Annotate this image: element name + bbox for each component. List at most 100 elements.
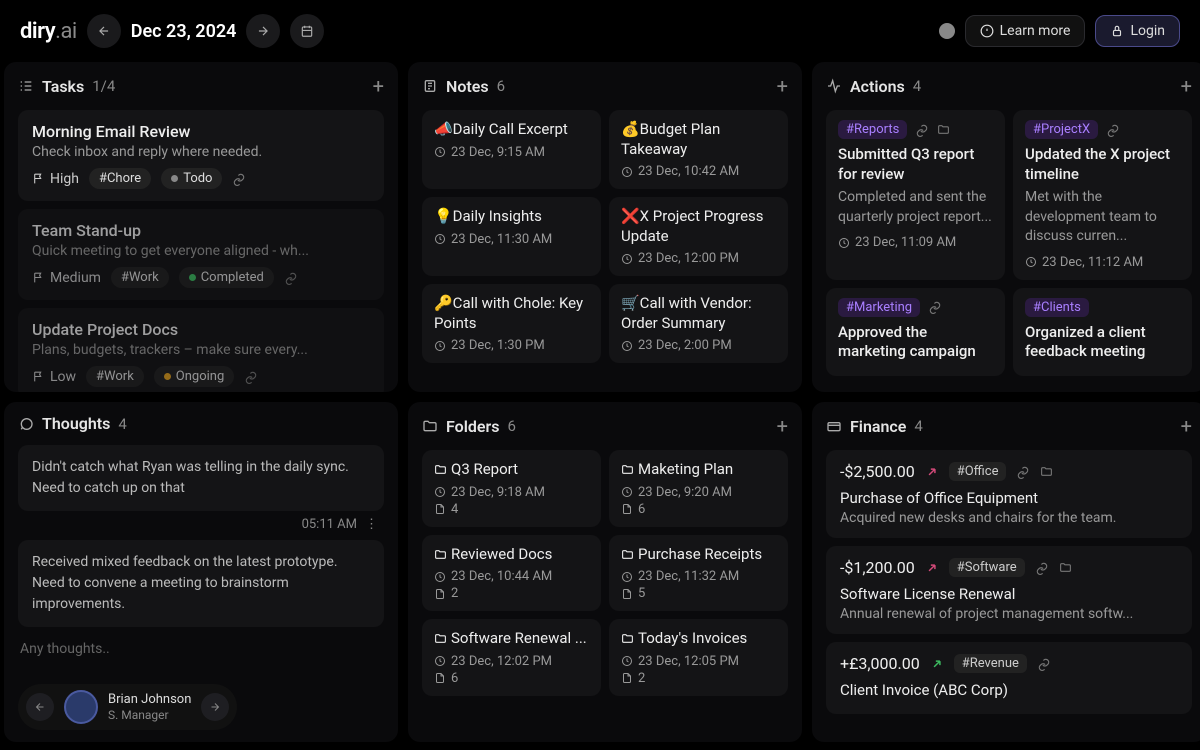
note-card[interactable]: 🛒Call with Vendor: Order Summary 23 Dec,…	[609, 284, 788, 363]
tasks-icon	[18, 78, 34, 94]
user-switcher[interactable]: Brian Johnson S. Manager	[18, 684, 237, 730]
learn-more-button[interactable]: Learn more	[965, 15, 1086, 47]
note-card[interactable]: 📣Daily Call Excerpt 23 Dec, 9:15 AM	[422, 110, 601, 189]
thought-input[interactable]: Any thoughts..	[18, 633, 384, 665]
folder-icon[interactable]	[1040, 465, 1053, 478]
action-chip[interactable]: #Reports	[838, 120, 907, 139]
finance-card[interactable]: -$1,200.00 #Software Software License Re…	[826, 546, 1192, 634]
finance-panel: Finance 4 + -$2,500.00 #Office Purchase …	[812, 402, 1200, 742]
note-time: 23 Dec, 12:00 PM	[621, 251, 776, 266]
link-icon[interactable]	[1016, 465, 1030, 479]
link-icon[interactable]	[928, 300, 942, 314]
thought-card[interactable]: Received mixed feedback on the latest pr…	[18, 540, 384, 627]
task-title: Team Stand-up	[32, 221, 370, 240]
note-time: 23 Dec, 1:30 PM	[434, 338, 589, 353]
calendar-button[interactable]	[290, 14, 324, 48]
action-title: Approved the marketing campaign	[838, 323, 993, 362]
folder-time: 23 Dec, 12:05 PM	[621, 654, 776, 669]
note-card[interactable]: 🔑Call with Chole: Key Points 23 Dec, 1:3…	[422, 284, 601, 363]
add-folder-button[interactable]: +	[777, 414, 788, 438]
note-card[interactable]: 💡Daily Insights 23 Dec, 11:30 AM	[422, 197, 601, 276]
folder-card[interactable]: Today's Invoices 23 Dec, 12:05 PM 2	[609, 619, 788, 696]
action-chip[interactable]: #ProjectX	[1025, 120, 1098, 139]
finance-card[interactable]: -$2,500.00 #Office Purchase of Office Eq…	[826, 450, 1192, 538]
note-time: 23 Dec, 10:42 AM	[621, 164, 776, 179]
task-sub: Check inbox and reply where needed.	[32, 144, 370, 160]
action-card[interactable]: #Marketing Approved the marketing campai…	[826, 288, 1005, 376]
add-action-button[interactable]: +	[1181, 74, 1192, 98]
link-icon[interactable]	[1035, 561, 1049, 575]
finance-amount: -$1,200.00	[840, 558, 915, 577]
board-row-2: Thoughts 4 Didn't catch what Ryan was te…	[0, 402, 1200, 742]
add-finance-button[interactable]: +	[1181, 414, 1192, 438]
finance-title: Software License Renewal	[840, 585, 1178, 603]
login-button[interactable]: Login	[1095, 15, 1180, 47]
notes-count: 6	[497, 77, 505, 95]
add-task-button[interactable]: +	[373, 74, 384, 98]
prev-day-button[interactable]	[87, 14, 121, 48]
task-card[interactable]: Morning Email Review Check inbox and rep…	[18, 110, 384, 201]
action-title: Updated the X project timeline	[1025, 145, 1180, 184]
note-time: 23 Dec, 2:00 PM	[621, 338, 776, 353]
link-icon[interactable]	[244, 370, 258, 384]
note-card[interactable]: 💰Budget Plan Takeaway 23 Dec, 10:42 AM	[609, 110, 788, 189]
note-title: ❌X Project Progress Update	[621, 207, 776, 246]
actions-icon	[826, 78, 842, 94]
finance-title: Purchase of Office Equipment	[840, 489, 1178, 507]
add-note-button[interactable]: +	[777, 74, 788, 98]
folder-card[interactable]: Purchase Receipts 23 Dec, 11:32 AM 5	[609, 535, 788, 612]
action-card[interactable]: #Reports Submitted Q3 report for review …	[826, 110, 1005, 280]
theme-toggle[interactable]	[939, 23, 955, 39]
folder-card[interactable]: Software Renewal ... 23 Dec, 12:02 PM 6	[422, 619, 601, 696]
finance-card[interactable]: +£3,000.00 #Revenue Client Invoice (ABC …	[826, 642, 1192, 714]
user-next-button[interactable]	[201, 693, 229, 721]
folder-file-count: 2	[434, 586, 589, 601]
action-card[interactable]: #ProjectX Updated the X project timeline…	[1013, 110, 1192, 280]
link-icon[interactable]	[284, 271, 298, 285]
task-title: Morning Email Review	[32, 122, 370, 141]
task-tag[interactable]: #Work	[111, 267, 169, 288]
task-sub: Plans, budgets, trackers – make sure eve…	[32, 342, 370, 358]
user-prev-button[interactable]	[26, 693, 54, 721]
logo-suffix: .ai	[55, 19, 77, 44]
finance-tag[interactable]: #Revenue	[954, 654, 1027, 673]
link-icon[interactable]	[915, 123, 929, 137]
task-status[interactable]: Ongoing	[154, 366, 234, 387]
more-icon[interactable]: ⋮	[365, 517, 378, 532]
link-icon[interactable]	[1106, 123, 1120, 137]
finance-title: Client Invoice (ABC Corp)	[840, 681, 1178, 699]
task-card[interactable]: Team Stand-up Quick meeting to get every…	[18, 209, 384, 300]
folder-card[interactable]: Reviewed Docs 23 Dec, 10:44 AM 2	[422, 535, 601, 612]
task-card[interactable]: Update Project Docs Plans, budgets, trac…	[18, 308, 384, 392]
finance-tag[interactable]: #Software	[949, 558, 1025, 577]
folder-card[interactable]: Maketing Plan 23 Dec, 9:20 AM 6	[609, 450, 788, 527]
task-title: Update Project Docs	[32, 320, 370, 339]
link-icon[interactable]	[232, 172, 246, 186]
action-chip[interactable]: #Clients	[1025, 298, 1089, 317]
trend-icon	[925, 561, 939, 575]
folder-card[interactable]: Q3 Report 23 Dec, 9:18 AM 4	[422, 450, 601, 527]
finance-count: 4	[914, 417, 922, 435]
actions-count: 4	[913, 77, 921, 95]
task-status[interactable]: Completed	[179, 267, 274, 288]
action-chip[interactable]: #Marketing	[838, 298, 920, 317]
folder-file-count: 2	[621, 671, 776, 686]
link-icon[interactable]	[1037, 657, 1051, 671]
action-card[interactable]: #Clients Organized a client feedback mee…	[1013, 288, 1192, 376]
thoughts-count: 4	[118, 415, 126, 433]
folder-title: Reviewed Docs	[434, 545, 589, 565]
folder-icon[interactable]	[937, 123, 950, 136]
task-status[interactable]: Todo	[161, 168, 222, 189]
finance-tag[interactable]: #Office	[949, 462, 1007, 481]
folder-icon[interactable]	[1059, 561, 1072, 574]
actions-panel: Actions 4 + #Reports Submitted Q3 report…	[812, 62, 1200, 392]
finance-icon	[826, 418, 842, 434]
thoughts-panel: Thoughts 4 Didn't catch what Ryan was te…	[4, 402, 398, 742]
trend-icon	[930, 657, 944, 671]
thought-card[interactable]: Didn't catch what Ryan was telling in th…	[18, 445, 384, 511]
task-tag[interactable]: #Work	[86, 366, 144, 387]
next-day-button[interactable]	[246, 14, 280, 48]
note-card[interactable]: ❌X Project Progress Update 23 Dec, 12:00…	[609, 197, 788, 276]
task-tag[interactable]: #Chore	[89, 168, 151, 189]
action-time: 23 Dec, 11:12 AM	[1025, 255, 1180, 270]
